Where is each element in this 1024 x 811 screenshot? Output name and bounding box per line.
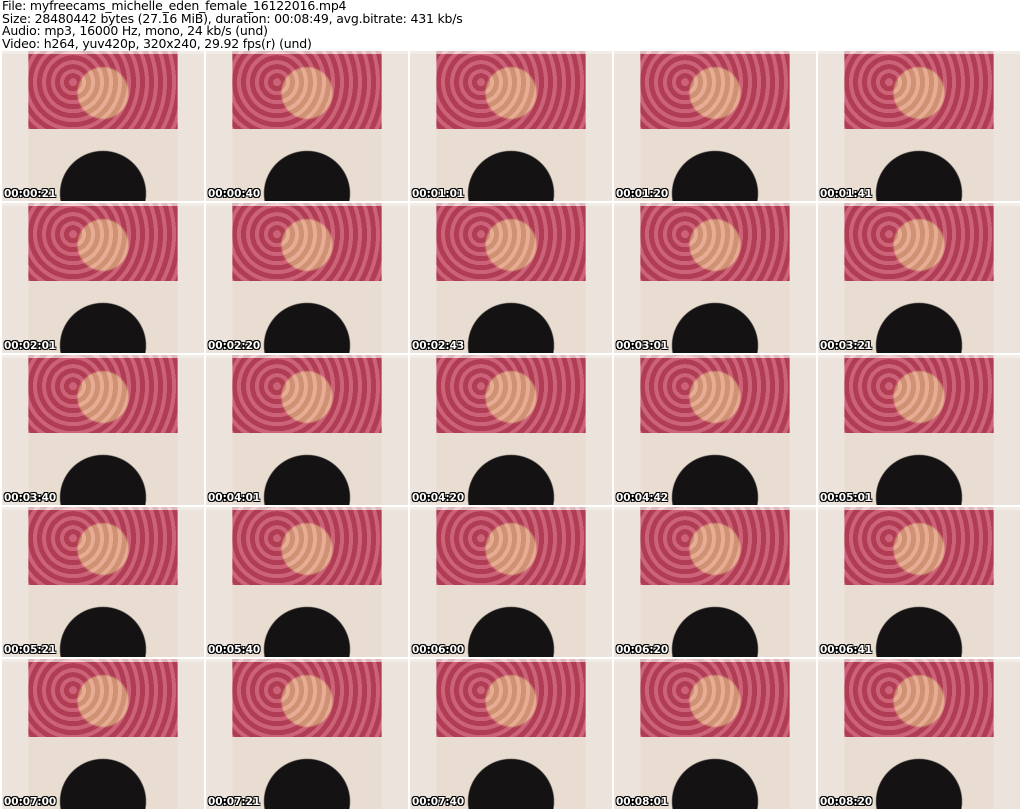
video-thumbnail: 00:02:20: [206, 203, 408, 353]
thumbnail-timestamp: 00:03:01: [616, 340, 669, 352]
video-thumbnail: 00:01:01: [410, 51, 612, 201]
thumbnail-timestamp: 00:01:01: [412, 188, 465, 200]
video-thumbnail: 00:07:00: [2, 659, 204, 809]
video-thumbnail: 00:06:20: [614, 507, 816, 657]
thumbnail-timestamp: 00:05:01: [820, 492, 873, 504]
video-thumbnail: 00:03:01: [614, 203, 816, 353]
thumbnail-timestamp: 00:01:41: [820, 188, 873, 200]
video-thumbnail: 00:02:43: [410, 203, 612, 353]
video-thumbnail: 00:02:01: [2, 203, 204, 353]
video-info: Video: h264, yuv420p, 320x240, 29.92 fps…: [2, 35, 312, 51]
thumbnail-timestamp: 00:04:01: [208, 492, 261, 504]
thumbnail-timestamp: 00:06:20: [616, 644, 669, 656]
video-thumbnail: 00:05:21: [2, 507, 204, 657]
thumbnail-timestamp: 00:07:40: [412, 796, 465, 808]
thumbnail-timestamp: 00:08:01: [616, 796, 669, 808]
thumbnail-timestamp: 00:00:21: [4, 188, 57, 200]
video-thumbnail: 00:04:42: [614, 355, 816, 505]
thumbnail-timestamp: 00:05:21: [4, 644, 57, 656]
thumbnail-timestamp: 00:04:20: [412, 492, 465, 504]
thumbnail-timestamp: 00:05:40: [208, 644, 261, 656]
thumbnail-timestamp: 00:03:21: [820, 340, 873, 352]
video-thumbnail: 00:03:40: [2, 355, 204, 505]
video-thumbnail: 00:05:01: [818, 355, 1020, 505]
video-thumbnail: 00:08:01: [614, 659, 816, 809]
file-info-header: File: myfreecams_michelle_eden_female_16…: [2, 0, 463, 50]
video-thumbnail: 00:03:21: [818, 203, 1020, 353]
video-thumbnail: 00:07:40: [410, 659, 612, 809]
thumbnail-timestamp: 00:08:20: [820, 796, 873, 808]
thumbnail-timestamp: 00:06:41: [820, 644, 873, 656]
video-thumbnail: 00:08:20: [818, 659, 1020, 809]
thumbnail-timestamp: 00:01:20: [616, 188, 669, 200]
thumbnail-timestamp: 00:02:43: [412, 340, 465, 352]
thumbnail-timestamp: 00:00:40: [208, 188, 261, 200]
video-thumbnail: 00:06:41: [818, 507, 1020, 657]
video-thumbnail: 00:00:21: [2, 51, 204, 201]
thumbnail-timestamp: 00:02:20: [208, 340, 261, 352]
video-thumbnail: 00:04:01: [206, 355, 408, 505]
thumbnail-timestamp: 00:06:00: [412, 644, 465, 656]
video-thumbnail: 00:06:00: [410, 507, 612, 657]
video-thumbnail: 00:00:40: [206, 51, 408, 201]
video-thumbnail: 00:05:40: [206, 507, 408, 657]
video-thumbnail: 00:07:21: [206, 659, 408, 809]
thumbnail-timestamp: 00:02:01: [4, 340, 57, 352]
thumbnail-timestamp: 00:03:40: [4, 492, 57, 504]
video-thumbnail: 00:01:20: [614, 51, 816, 201]
thumbnail-grid: 00:00:21 00:00:40 00:01:01 00:01:20 00:01:41…: [2, 51, 1020, 809]
thumbnail-timestamp: 00:07:00: [4, 796, 57, 808]
video-thumbnail: 00:01:41: [818, 51, 1020, 201]
thumbnail-timestamp: 00:07:21: [208, 796, 261, 808]
video-thumbnail: 00:04:20: [410, 355, 612, 505]
thumbnail-timestamp: 00:04:42: [616, 492, 669, 504]
